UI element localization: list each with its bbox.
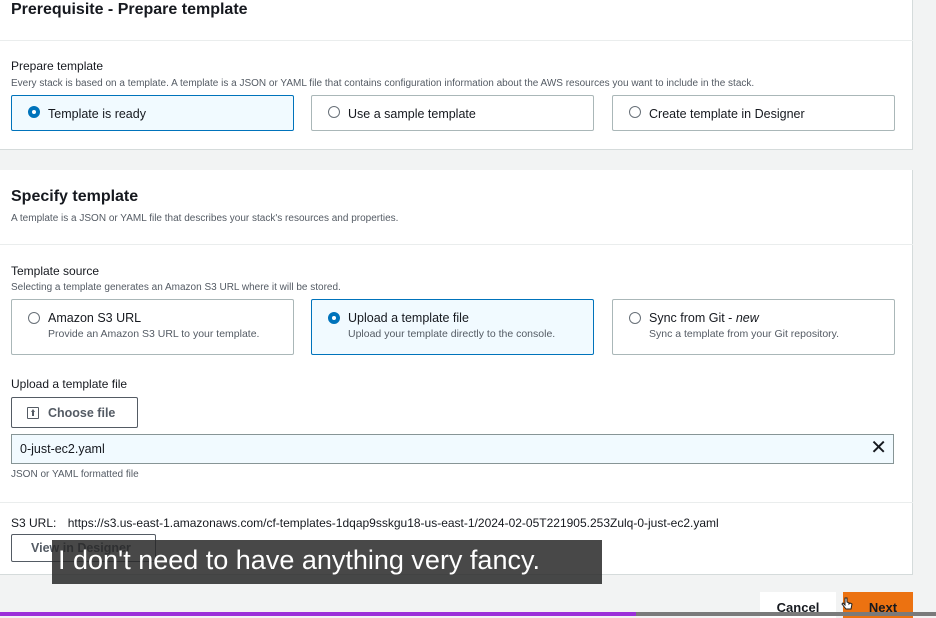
- divider: [0, 502, 913, 503]
- template-source-label: Template source: [11, 264, 100, 278]
- source-subtitle: Provide an Amazon S3 URL to your templat…: [48, 328, 260, 340]
- choose-file-button[interactable]: Choose file: [11, 397, 138, 428]
- file-hint: JSON or YAML formatted file: [11, 469, 139, 480]
- radio-icon[interactable]: [328, 106, 340, 118]
- close-icon[interactable]: ✕: [870, 438, 887, 458]
- source-title: Amazon S3 URL: [48, 311, 142, 325]
- upload-icon: [27, 406, 39, 419]
- file-name: 0-just-ec2.yaml: [20, 442, 105, 456]
- prepare-template-panel: Prerequisite - Prepare template Prepare …: [0, 0, 913, 150]
- prepare-section-title: Prerequisite - Prepare template: [11, 1, 248, 18]
- option-label: Use a sample template: [348, 107, 476, 121]
- option-label: Template is ready: [48, 107, 146, 121]
- video-progress-fill: [0, 612, 637, 616]
- prepare-field-desc: Every stack is based on a template. A te…: [11, 78, 755, 89]
- source-upload-file[interactable]: Upload a template file Upload your templ…: [311, 299, 594, 355]
- upload-label: Upload a template file: [11, 377, 128, 391]
- selected-file-field[interactable]: 0-just-ec2.yaml ✕: [11, 434, 894, 464]
- s3-url-value: https://s3.us-east-1.amazonaws.com/cf-te…: [67, 516, 719, 530]
- new-tag: new: [735, 311, 759, 325]
- hand-cursor-icon: [841, 597, 853, 610]
- prepare-field-label: Prepare template: [11, 59, 104, 73]
- radio-icon[interactable]: [629, 312, 641, 324]
- specify-template-panel: Specify template A template is a JSON or…: [0, 170, 913, 575]
- source-s3-url[interactable]: Amazon S3 URL Provide an Amazon S3 URL t…: [11, 299, 294, 355]
- video-progress-bar[interactable]: [0, 612, 936, 616]
- radio-selected-icon[interactable]: [28, 106, 40, 118]
- source-subtitle: Sync a template from your Git repository…: [649, 328, 840, 340]
- option-create-in-designer[interactable]: Create template in Designer: [612, 95, 895, 131]
- divider: [0, 40, 913, 41]
- specify-section-title: Specify template: [11, 188, 139, 205]
- source-title: Sync from Git - new: [649, 311, 839, 325]
- option-template-ready[interactable]: Template is ready: [11, 95, 294, 131]
- radio-selected-icon[interactable]: [328, 312, 340, 324]
- template-source-desc: Selecting a template generates an Amazon…: [11, 282, 341, 293]
- radio-icon[interactable]: [629, 106, 641, 118]
- choose-file-label: Choose file: [48, 405, 116, 420]
- video-caption: I don't need to have anything very fancy…: [52, 540, 602, 584]
- radio-icon[interactable]: [28, 312, 40, 324]
- source-title-text: Sync from Git -: [649, 311, 736, 325]
- source-sync-git[interactable]: Sync from Git - new Sync a template from…: [612, 299, 895, 355]
- source-title: Upload a template file: [348, 311, 469, 325]
- divider: [0, 244, 913, 245]
- page: Prerequisite - Prepare template Prepare …: [0, 0, 936, 618]
- s3-url-key: S3 URL:: [11, 516, 57, 530]
- specify-section-desc: A template is a JSON or YAML file that d…: [11, 213, 399, 224]
- s3-url-row: S3 URL: https://s3.us-east-1.amazonaws.c…: [11, 516, 719, 530]
- option-label: Create template in Designer: [649, 107, 805, 121]
- source-subtitle: Upload your template directly to the con…: [348, 328, 556, 340]
- option-sample-template[interactable]: Use a sample template: [311, 95, 594, 131]
